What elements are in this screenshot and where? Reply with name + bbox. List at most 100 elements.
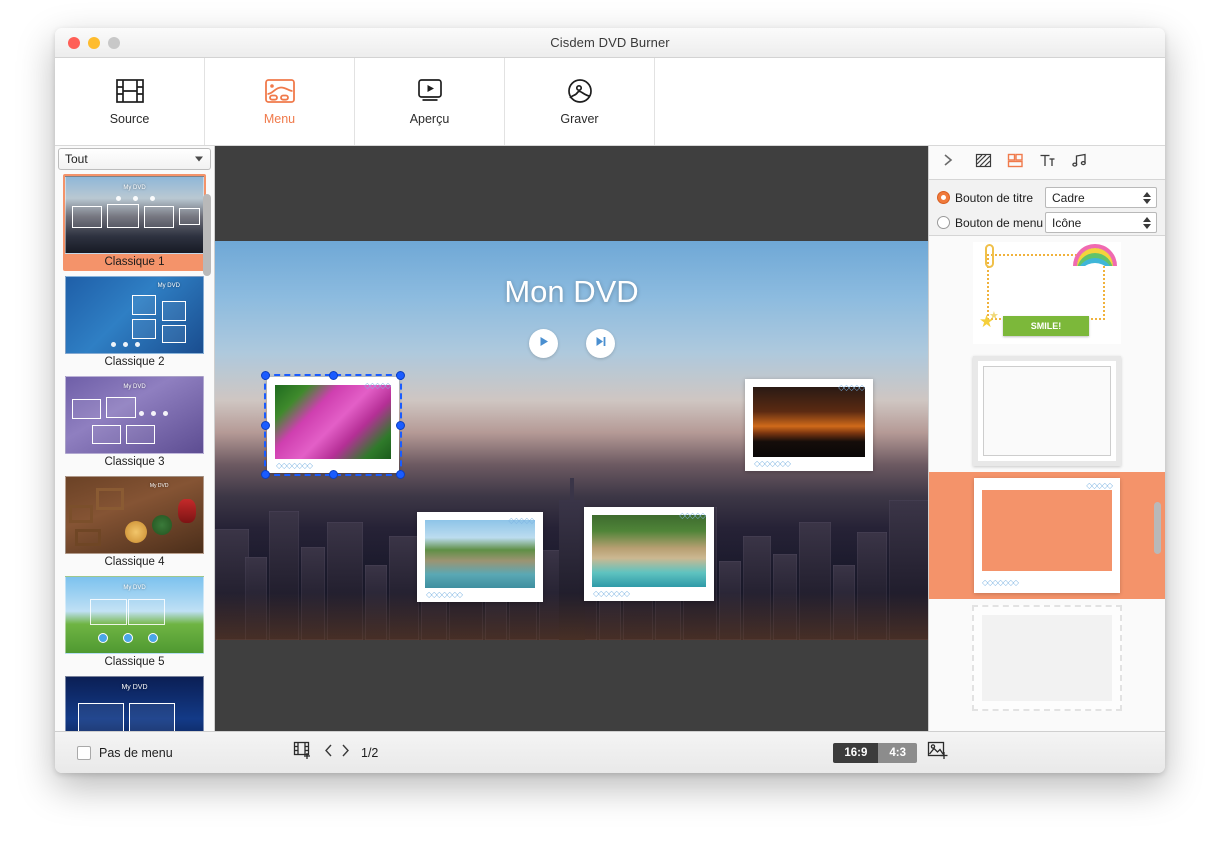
hatched-square-icon <box>975 152 992 174</box>
lace-corner-bottom-left: ◇◇◇◇◇◇◇ <box>593 589 629 598</box>
template-sidebar: Tout My DVD <box>55 146 215 731</box>
template-label: Classique 5 <box>65 654 204 671</box>
menu-card-icon <box>264 77 296 105</box>
screenshot-root: Cisdem DVD Burner Source <box>0 0 1220 854</box>
menu-button-style-select[interactable]: Icône <box>1045 212 1157 233</box>
template-label: Classique 1 <box>65 254 204 271</box>
frame-list-scrollbar[interactable] <box>1154 502 1161 554</box>
smile-badge-label: SMILE! <box>1031 321 1062 331</box>
lace-corner-top-right: ◇◇◇◇◇ <box>508 516 534 525</box>
panel-collapse-button[interactable] <box>929 146 967 179</box>
frame-preview: ◇◇◇◇◇ ◇◇◇◇◇◇◇ <box>974 478 1120 593</box>
resize-handle-n[interactable] <box>329 371 338 380</box>
lace-corner-bottom-left: ◇◇◇◇◇◇◇ <box>276 461 312 470</box>
ratio-4-3[interactable]: 4:3 <box>878 743 917 763</box>
bottom-bar: Pas de menu <box>55 731 1165 773</box>
background-tab[interactable] <box>967 146 999 179</box>
template-thumb-title: My DVD <box>132 483 187 489</box>
title-button-style-select[interactable]: Cadre <box>1045 187 1157 208</box>
frame-beach-aerial[interactable]: ◇◇◇◇◇ ◇◇◇◇◇◇◇ <box>584 507 714 601</box>
add-film-icon[interactable] <box>293 740 313 765</box>
resize-handle-nw[interactable] <box>261 371 270 380</box>
template-thumb: My DVD <box>65 276 204 354</box>
option-row-menu-button[interactable]: Bouton de menu Icône <box>937 210 1157 235</box>
chevron-down-icon <box>195 157 203 162</box>
frame-style-plain-white[interactable] <box>929 350 1165 472</box>
template-item-classique-5[interactable]: My DVD Classique 5 <box>63 574 206 671</box>
template-thumb-title: My DVD <box>135 283 204 289</box>
frame-preview: ★ ★ SMILE! <box>973 242 1121 344</box>
title-button-style-value: Cadre <box>1052 191 1085 205</box>
template-label: Classique 2 <box>65 354 204 371</box>
template-filter-value: Tout <box>65 152 88 166</box>
lace-corner-bottom-left: ◇◇◇◇◇◇◇ <box>754 459 790 468</box>
frame-style-cute-rainbow[interactable]: ★ ★ SMILE! <box>929 236 1165 350</box>
aspect-ratio-toggle[interactable]: 16:9 4:3 <box>833 743 917 763</box>
layout-tab[interactable] <box>999 146 1031 179</box>
frame-beach-signpost[interactable]: ◇◇◇◇◇ ◇◇◇◇◇◇◇ <box>417 512 543 602</box>
next-button[interactable] <box>586 329 615 358</box>
toolbar-item-preview[interactable]: Aperçu <box>355 58 505 145</box>
template-list-scrollbar[interactable] <box>203 194 211 276</box>
dvd-title-text[interactable]: Mon DVD <box>215 274 928 310</box>
template-item-classique-2[interactable]: My DVD Classique 2 <box>63 274 206 371</box>
play-button[interactable] <box>529 329 558 358</box>
city-glow <box>215 593 928 640</box>
resize-handle-se[interactable] <box>396 470 405 479</box>
panel-tabs <box>929 146 1165 180</box>
paperclip-icon <box>985 244 994 268</box>
frame-style-list[interactable]: ★ ★ SMILE! <box>929 236 1165 731</box>
frame-style-orange[interactable]: ◇◇◇◇◇ ◇◇◇◇◇◇◇ <box>929 472 1165 599</box>
template-list[interactable]: My DVD Classique 1 M <box>55 172 214 731</box>
star-icon: ★ <box>989 311 999 322</box>
skip-next-icon <box>594 335 607 353</box>
rainbow-icon <box>1073 244 1117 266</box>
toolbar-label-preview: Aperçu <box>410 112 450 126</box>
preview-monitor-icon <box>415 77 445 105</box>
photo-beach-aerial <box>592 515 706 587</box>
lace-corner-top-right: ◇◇◇◇◇ <box>364 381 390 390</box>
preview-area[interactable]: Mon DVD <box>215 146 928 731</box>
radio-menu-button[interactable] <box>937 216 950 229</box>
resize-handle-s[interactable] <box>329 470 338 479</box>
toolbar-label-menu: Menu <box>264 112 295 126</box>
toolbar-empty-space <box>655 58 1165 145</box>
toolbar-item-source[interactable]: Source <box>55 58 205 145</box>
template-item-classique-1[interactable]: My DVD Classique 1 <box>63 174 206 271</box>
template-thumb-title: My DVD <box>66 384 203 390</box>
app-body: Tout My DVD <box>55 146 1165 731</box>
chevron-right-icon[interactable] <box>339 742 351 764</box>
frame-style-stamp[interactable] <box>929 599 1165 717</box>
ratio-16-9[interactable]: 16:9 <box>833 743 878 763</box>
frame-flowers[interactable]: ◇◇◇◇◇ ◇◇◇◇◇◇◇ <box>267 377 399 473</box>
option-label-title-button: Bouton de titre <box>955 191 1033 205</box>
music-tab[interactable] <box>1063 146 1095 179</box>
template-item-classique-3[interactable]: My DVD Classique 3 <box>63 374 206 471</box>
text-tt-icon <box>1039 152 1056 174</box>
resize-handle-w[interactable] <box>261 421 270 430</box>
resize-handle-ne[interactable] <box>396 371 405 380</box>
toolbar-item-burn[interactable]: Graver <box>505 58 655 145</box>
frame-sunset[interactable]: ◇◇◇◇◇ ◇◇◇◇◇◇◇ <box>745 379 873 471</box>
template-item-classique-6[interactable]: My DVD Classique 6 <box>63 674 206 731</box>
template-filter-select[interactable]: Tout <box>58 148 211 170</box>
text-tab[interactable] <box>1031 146 1063 179</box>
no-menu-checkbox[interactable] <box>77 746 91 760</box>
menu-canvas[interactable]: Mon DVD <box>215 241 928 640</box>
chevron-left-icon[interactable] <box>323 742 335 764</box>
photo-pink-flowers <box>275 385 391 459</box>
radio-title-button[interactable] <box>937 191 950 204</box>
toolbar-item-menu[interactable]: Menu <box>205 58 355 145</box>
toolbar-label-source: Source <box>110 112 150 126</box>
option-label-menu-button: Bouton de menu <box>955 216 1043 230</box>
resize-handle-e[interactable] <box>396 421 405 430</box>
template-thumb: My DVD <box>65 376 204 454</box>
template-item-classique-4[interactable]: My DVD Classique 4 <box>63 474 206 571</box>
resize-handle-sw[interactable] <box>261 470 270 479</box>
title-bar: Cisdem DVD Burner <box>55 28 1165 58</box>
option-row-title-button[interactable]: Bouton de titre Cadre <box>937 185 1157 210</box>
photo-beach-signpost <box>425 520 535 588</box>
template-thumb: My DVD <box>65 676 204 731</box>
lace-corner-top-right: ◇◇◇◇◇ <box>679 511 705 520</box>
add-image-icon[interactable] <box>927 740 949 766</box>
